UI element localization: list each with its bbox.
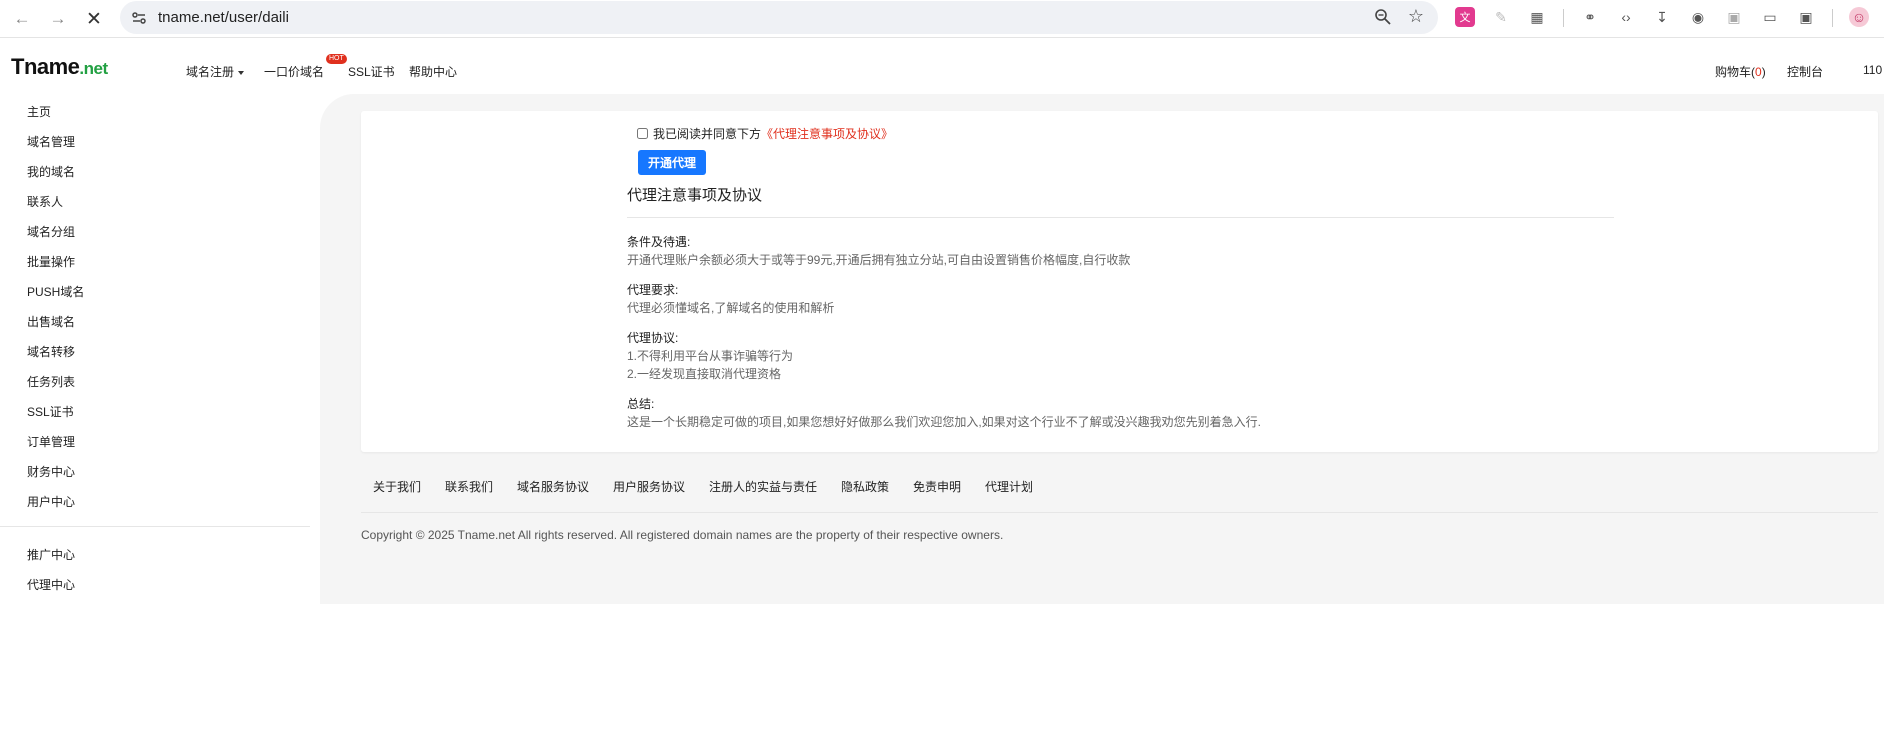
sidebar-divider	[0, 526, 310, 527]
sidebar-item-my-domains[interactable]: 我的域名	[27, 163, 75, 180]
bookmark-star-icon[interactable]: ☆	[1408, 6, 1424, 27]
open-agent-button[interactable]: 开通代理	[638, 150, 706, 175]
extension-icon[interactable]: ✎	[1491, 7, 1511, 27]
section-text: 这是一个长期稳定可做的项目,如果您想好好做那么我们欢迎您加入,如果对这个行业不了…	[627, 415, 1262, 429]
footer-link-registrant[interactable]: 注册人的实益与责任	[709, 478, 817, 495]
footer-link-agent-plan[interactable]: 代理计划	[985, 478, 1033, 495]
footer-link-privacy[interactable]: 隐私政策	[841, 478, 889, 495]
sidebar-item-agent-center[interactable]: 代理中心	[27, 576, 75, 593]
logo-main: Tname	[11, 54, 80, 79]
footer-link-user-terms[interactable]: 用户服务协议	[613, 478, 685, 495]
url-text[interactable]: tname.net/user/daili	[158, 9, 289, 26]
section-heading: 代理要求:	[627, 283, 679, 297]
nav-ssl[interactable]: SSL证书	[348, 63, 395, 80]
forward-icon[interactable]: →	[44, 5, 72, 33]
section-heading: 总结:	[627, 397, 655, 411]
section-text: 1.不得利用平台从事诈骗等行为	[627, 349, 794, 363]
sidebar-item-transfer[interactable]: 域名转移	[27, 343, 75, 360]
agent-card	[361, 111, 1878, 452]
sidebar-item-tasks[interactable]: 任务列表	[27, 373, 75, 390]
sidebar: 主页 域名管理 我的域名 联系人 域名分组 批量操作 PUSH域名 出售域名 域…	[0, 98, 310, 598]
section-heading: 条件及待遇:	[627, 235, 691, 249]
sidebar-item-sell[interactable]: 出售域名	[27, 313, 75, 330]
incognito-icon[interactable]: ◉	[1688, 7, 1708, 27]
toolbar-divider	[1563, 9, 1564, 27]
footer-link-domain-terms[interactable]: 域名服务协议	[517, 478, 589, 495]
translate-page-icon[interactable]: ▣	[1724, 7, 1744, 27]
agree-checkbox-row[interactable]: 我已阅读并同意下方 《代理注意事项及协议》	[637, 125, 893, 142]
screenshot-icon[interactable]: ▣	[1796, 7, 1816, 27]
console-link[interactable]: 控制台	[1787, 63, 1823, 80]
browser-toolbar: ← → ✕ tname.net/user/daili ☆ 文 ✎ ▦ ⚭ ‹› …	[0, 0, 1884, 38]
sidebar-item-finance[interactable]: 财务中心	[27, 463, 75, 480]
sidebar-item-batch[interactable]: 批量操作	[27, 253, 75, 270]
sidebar-item-ssl[interactable]: SSL证书	[27, 403, 74, 420]
cart-link[interactable]: 购物车(0)	[1715, 63, 1766, 80]
cart-count: 0	[1755, 65, 1762, 79]
sidebar-item-promotion[interactable]: 推广中心	[27, 546, 75, 563]
logo-tld: .net	[79, 59, 108, 78]
translate-extension-icon[interactable]: 文	[1455, 7, 1475, 27]
sidebar-item-contacts[interactable]: 联系人	[27, 193, 63, 210]
sidebar-item-domain-groups[interactable]: 域名分组	[27, 223, 75, 240]
section-text: 开通代理账户余额必须大于或等于99元,开通后拥有独立分站,可自由设置销售价格幅度…	[627, 253, 1131, 267]
download-icon[interactable]: ↧	[1652, 7, 1672, 27]
footer-divider	[361, 512, 1878, 513]
footer-link-disclaimer[interactable]: 免责申明	[913, 478, 961, 495]
footer-link-contact[interactable]: 联系我们	[445, 478, 493, 495]
site-settings-icon[interactable]	[130, 9, 148, 27]
agreement-divider	[627, 217, 1614, 218]
agree-checkbox[interactable]	[637, 128, 648, 139]
sidebar-item-user-center[interactable]: 用户中心	[27, 493, 75, 510]
caret-down-icon	[238, 70, 245, 75]
nav-label: 域名注册	[186, 65, 235, 79]
section-text: 2.一经发现直接取消代理资格	[627, 367, 782, 381]
profile-avatar-icon[interactable]: ☺	[1849, 7, 1869, 27]
site-logo[interactable]: Tname.net	[11, 54, 108, 80]
footer-link-about[interactable]: 关于我们	[373, 478, 421, 495]
sidebar-item-domain-manage[interactable]: 域名管理	[27, 133, 75, 150]
address-bar[interactable]: tname.net/user/daili ☆	[120, 1, 1438, 34]
nav-domain-register[interactable]: 域名注册	[186, 63, 245, 80]
agreement-link[interactable]: 《代理注意事项及协议》	[761, 125, 893, 142]
puzzle-extension-icon[interactable]: ▦	[1527, 7, 1547, 27]
agree-text: 我已阅读并同意下方	[653, 127, 762, 141]
agreement-title: 代理注意事项及协议	[627, 187, 763, 204]
user-id[interactable]: 110	[1863, 63, 1882, 77]
copyright-text: Copyright © 2025 Tname.net All rights re…	[361, 528, 1004, 542]
back-icon[interactable]: ←	[8, 5, 36, 33]
hot-badge: HOT	[326, 54, 347, 64]
toolbar-divider	[1832, 9, 1833, 27]
nav-fixed-price-domain[interactable]: 一口价域名	[264, 63, 324, 80]
link-icon[interactable]: ⚭	[1580, 7, 1600, 27]
site-header: Tname.net 域名注册 一口价域名 HOT SSL证书 帮助中心 购物车(…	[0, 38, 1884, 98]
code-icon[interactable]: ‹›	[1616, 7, 1636, 27]
section-text: 代理必须懂域名,了解域名的使用和解析	[627, 301, 835, 315]
sidebar-item-orders[interactable]: 订单管理	[27, 433, 75, 450]
stop-loading-icon[interactable]: ✕	[80, 5, 108, 33]
cart-label: 购物车(	[1715, 65, 1755, 79]
zoom-icon[interactable]	[1374, 8, 1392, 26]
section-heading: 代理协议:	[627, 331, 679, 345]
nav-help-center[interactable]: 帮助中心	[409, 63, 457, 80]
reading-mode-icon[interactable]: ▭	[1760, 7, 1780, 27]
sidebar-item-home[interactable]: 主页	[27, 103, 51, 120]
sidebar-item-push[interactable]: PUSH域名	[27, 283, 84, 300]
cart-close: )	[1761, 65, 1766, 79]
